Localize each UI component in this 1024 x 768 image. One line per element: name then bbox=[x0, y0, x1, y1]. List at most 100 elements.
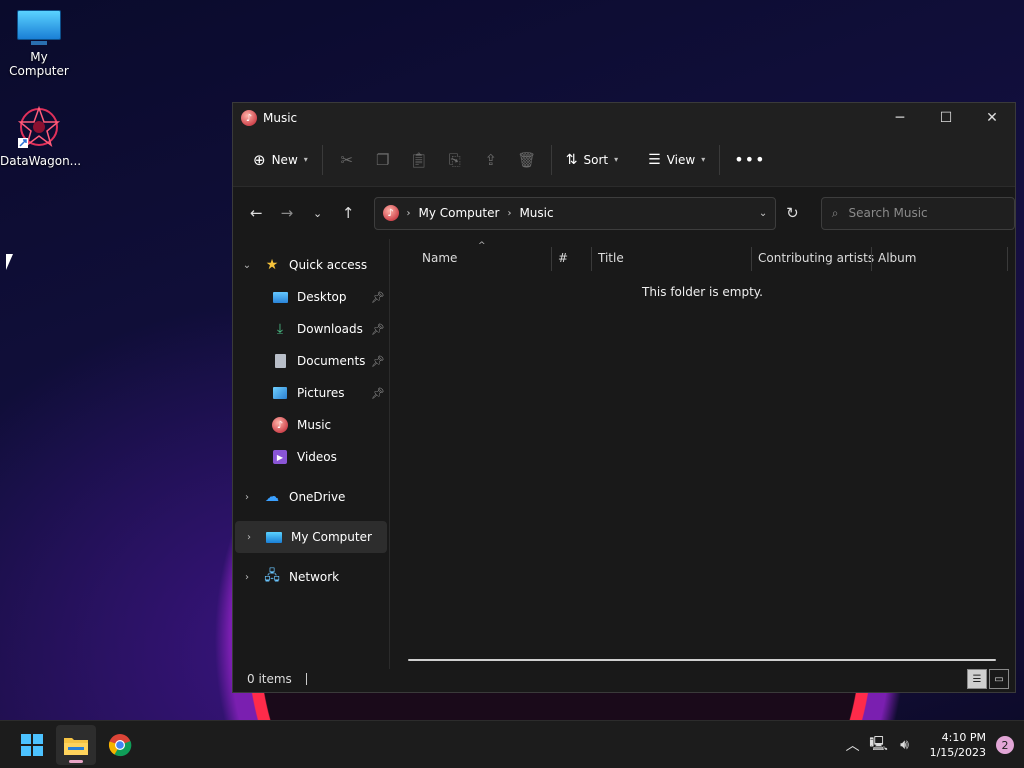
desktop-icon-my-computer[interactable]: My Computer bbox=[0, 10, 78, 78]
address-row: ← → ⌄ ↑ ♪ › My Computer › Music ⌄ ↻ ⌕ bbox=[233, 187, 1015, 239]
forward-button[interactable]: → bbox=[272, 198, 303, 228]
column-divider[interactable] bbox=[751, 247, 752, 271]
datawagon-icon bbox=[16, 104, 62, 150]
network-status-icon[interactable]: 🖳︎ bbox=[866, 733, 892, 757]
item-count: 0 items bbox=[247, 672, 292, 686]
large-icons-view-button[interactable]: ▭ bbox=[989, 669, 1009, 689]
nav-label: Pictures bbox=[297, 386, 345, 400]
active-app-indicator bbox=[69, 759, 83, 763]
nav-pictures[interactable]: Pictures 📌︎ bbox=[233, 377, 389, 409]
status-divider bbox=[305, 673, 307, 685]
videos-icon: ▶ bbox=[269, 450, 291, 464]
more-options-button[interactable]: ••• bbox=[726, 144, 773, 176]
nav-network[interactable]: › 🖧︎ Network bbox=[233, 561, 389, 593]
nav-label: My Computer bbox=[291, 530, 372, 544]
computer-icon bbox=[263, 531, 285, 543]
up-button[interactable]: ↑ bbox=[333, 198, 364, 228]
new-button[interactable]: ⊕ New ▾ bbox=[245, 144, 316, 176]
view-button[interactable]: ☰ View ▾ bbox=[640, 144, 713, 176]
delete-icon[interactable]: 🗑︎ bbox=[509, 144, 545, 176]
folder-icon bbox=[64, 737, 88, 755]
copy-icon[interactable]: ❐ bbox=[365, 144, 401, 176]
chevron-down-icon: ▾ bbox=[614, 155, 619, 164]
pin-icon: 📌︎ bbox=[371, 386, 385, 400]
column-divider[interactable] bbox=[591, 247, 592, 271]
chevron-right-icon[interactable]: › bbox=[233, 572, 261, 583]
status-bar: 0 items ☰ ▭ bbox=[233, 666, 1015, 692]
nav-quick-access[interactable]: ⌄ ★ Quick access bbox=[233, 249, 389, 281]
nav-onedrive[interactable]: › ☁ OneDrive bbox=[233, 481, 389, 513]
title-bar[interactable]: ♪ Music ─ ☐ ✕ bbox=[233, 103, 1015, 133]
back-button[interactable]: ← bbox=[241, 198, 272, 228]
file-explorer-window[interactable]: ♪ Music ─ ☐ ✕ ⊕ New ▾ ✂ ❐ 📋︎ ⎘ ⇪ 🗑︎ ⇅ So… bbox=[232, 102, 1016, 693]
column-header-number[interactable]: # bbox=[558, 251, 568, 265]
taskbar-file-explorer[interactable] bbox=[56, 724, 96, 765]
rename-icon[interactable]: ⎘ bbox=[437, 144, 473, 176]
new-label: New bbox=[271, 152, 298, 167]
paste-icon[interactable]: 📋︎ bbox=[401, 144, 437, 176]
cut-icon[interactable]: ✂ bbox=[329, 144, 365, 176]
pin-icon: 📌︎ bbox=[371, 354, 385, 368]
nav-my-computer[interactable]: › My Computer bbox=[235, 521, 387, 553]
volume-icon[interactable]: 🔊︎ bbox=[892, 737, 918, 753]
file-list[interactable]: ^ Name # Title Contributing artists Albu… bbox=[390, 239, 1015, 661]
notification-badge[interactable]: 2 bbox=[996, 736, 1014, 754]
monitor-icon bbox=[17, 10, 61, 46]
window-title: Music bbox=[263, 111, 298, 125]
nav-downloads[interactable]: ⤓ Downloads 📌︎ bbox=[233, 313, 389, 345]
column-header-title[interactable]: Title bbox=[598, 251, 624, 265]
breadcrumb-music[interactable]: Music bbox=[519, 206, 553, 220]
desktop-icon-datawagon[interactable]: DataWagon... bbox=[0, 104, 81, 168]
music-icon: ♪ bbox=[269, 417, 291, 433]
address-bar[interactable]: ♪ › My Computer › Music ⌄ bbox=[373, 196, 777, 230]
refresh-button[interactable]: ↻ bbox=[776, 197, 809, 230]
details-view-button[interactable]: ☰ bbox=[967, 669, 987, 689]
nav-documents[interactable]: Documents 📌︎ bbox=[233, 345, 389, 377]
nav-label: Music bbox=[297, 418, 332, 432]
chevron-down-icon: ▾ bbox=[701, 155, 706, 164]
column-header-album[interactable]: Album bbox=[878, 251, 916, 265]
sort-label: Sort bbox=[583, 152, 609, 167]
column-divider[interactable] bbox=[551, 247, 552, 271]
chevron-right-icon[interactable]: › bbox=[235, 532, 263, 543]
column-header-contributing-artists[interactable]: Contributing artists bbox=[758, 251, 874, 265]
taskbar-chrome[interactable] bbox=[100, 725, 140, 765]
toolbar-divider bbox=[550, 144, 552, 175]
nav-music[interactable]: ♪ Music bbox=[233, 409, 389, 441]
chevron-right-icon[interactable]: › bbox=[233, 492, 261, 503]
star-icon: ★ bbox=[265, 257, 279, 273]
column-divider[interactable] bbox=[871, 247, 872, 271]
view-label: View bbox=[666, 152, 696, 167]
download-icon: ⤓ bbox=[276, 321, 284, 337]
share-icon[interactable]: ⇪ bbox=[473, 144, 509, 176]
column-header-row: ^ Name # Title Contributing artists Albu… bbox=[390, 239, 1015, 279]
search-box[interactable]: ⌕ bbox=[820, 196, 1015, 230]
breadcrumb-my-computer[interactable]: My Computer bbox=[419, 206, 500, 220]
column-header-name[interactable]: Name bbox=[422, 251, 457, 265]
recent-locations-button[interactable]: ⌄ bbox=[302, 198, 333, 228]
minimize-button[interactable]: ─ bbox=[877, 103, 923, 133]
nav-videos[interactable]: ▶ Videos bbox=[233, 441, 389, 473]
sort-button[interactable]: ⇅ Sort ▾ bbox=[558, 144, 626, 176]
show-hidden-icons-chevron-icon[interactable]: ︿ bbox=[840, 735, 866, 755]
clock-date: 1/15/2023 bbox=[929, 746, 986, 759]
navigation-pane: ⌄ ★ Quick access Desktop 📌︎ ⤓ Downloads … bbox=[233, 239, 390, 669]
horizontal-scrollbar[interactable] bbox=[408, 659, 996, 661]
clock[interactable]: 4:10 PM 1/15/2023 bbox=[930, 730, 986, 760]
nav-label: Desktop bbox=[297, 290, 347, 304]
search-input[interactable] bbox=[848, 206, 999, 220]
address-dropdown-icon[interactable]: ⌄ bbox=[759, 208, 767, 219]
pictures-icon bbox=[269, 387, 291, 399]
close-button[interactable]: ✕ bbox=[969, 103, 1015, 133]
command-bar: ⊕ New ▾ ✂ ❐ 📋︎ ⎘ ⇪ 🗑︎ ⇅ Sort ▾ ☰ View ▾ … bbox=[233, 133, 1015, 187]
start-button[interactable] bbox=[12, 725, 52, 765]
music-folder-icon: ♪ bbox=[241, 110, 257, 126]
toolbar-divider bbox=[321, 144, 323, 175]
nav-desktop[interactable]: Desktop 📌︎ bbox=[233, 281, 389, 313]
pin-icon: 📌︎ bbox=[371, 322, 385, 336]
nav-label: OneDrive bbox=[289, 490, 346, 504]
chevron-down-icon[interactable]: ⌄ bbox=[233, 260, 261, 271]
maximize-button[interactable]: ☐ bbox=[923, 103, 969, 133]
mouse-pointer-icon bbox=[6, 254, 18, 270]
column-divider[interactable] bbox=[1007, 247, 1008, 271]
